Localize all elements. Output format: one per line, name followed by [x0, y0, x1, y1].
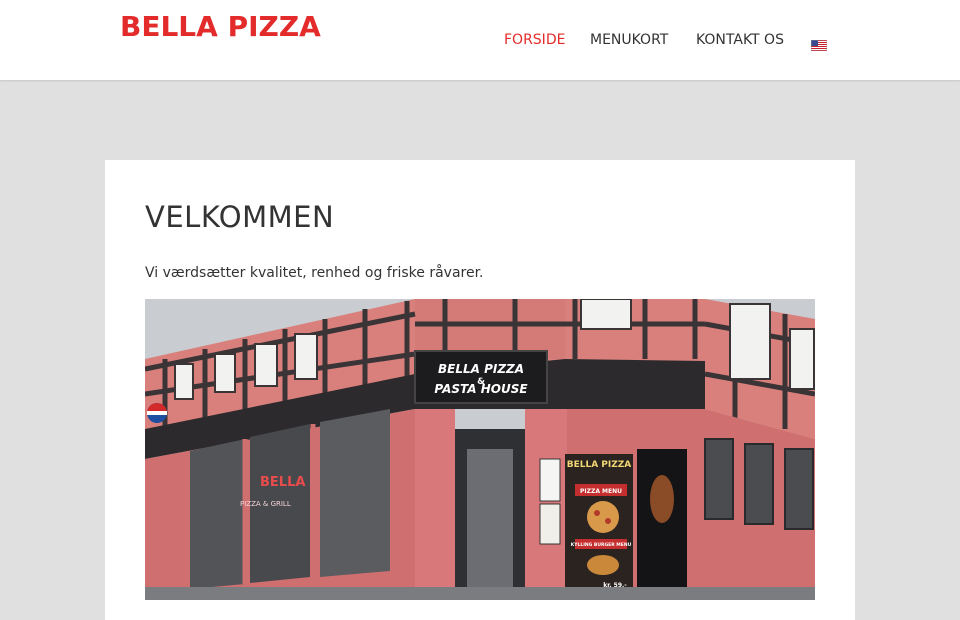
intro-text: Vi værdsætter kvalitet, renhed og friske… [145, 265, 484, 281]
window-bella-text: BELLA [260, 475, 305, 490]
nav-item-kontakt-os[interactable]: KONTAKT OS [696, 31, 784, 49]
sign-line-2: PASTA HOUSE [434, 382, 528, 396]
site-header: BELLA PIZZA FORSIDE MENUKORT KONTAKT OS [0, 0, 960, 80]
content-card: VELKOMMEN Vi værdsætter kvalitet, renhed… [105, 160, 855, 620]
nav-item-menukort[interactable]: MENUKORT [590, 31, 668, 49]
main-nav: FORSIDE MENUKORT KONTAKT OS [0, 31, 960, 52]
poster-burger: KYLLING BURGER MENU [571, 542, 632, 548]
page-title: VELKOMMEN [145, 200, 335, 234]
poster-title: BELLA PIZZA [567, 460, 632, 470]
restaurant-photo: BELLA PIZZA & PASTA HOUSE BELLA PIZZA & … [145, 299, 815, 600]
nav-item-forside[interactable]: FORSIDE [504, 31, 565, 49]
us-flag-icon[interactable] [810, 36, 828, 52]
poster-menu: PIZZA MENU [580, 488, 622, 495]
window-grill-text: PIZZA & GRILL [240, 500, 291, 508]
sign-line-1: BELLA PIZZA [438, 362, 524, 376]
